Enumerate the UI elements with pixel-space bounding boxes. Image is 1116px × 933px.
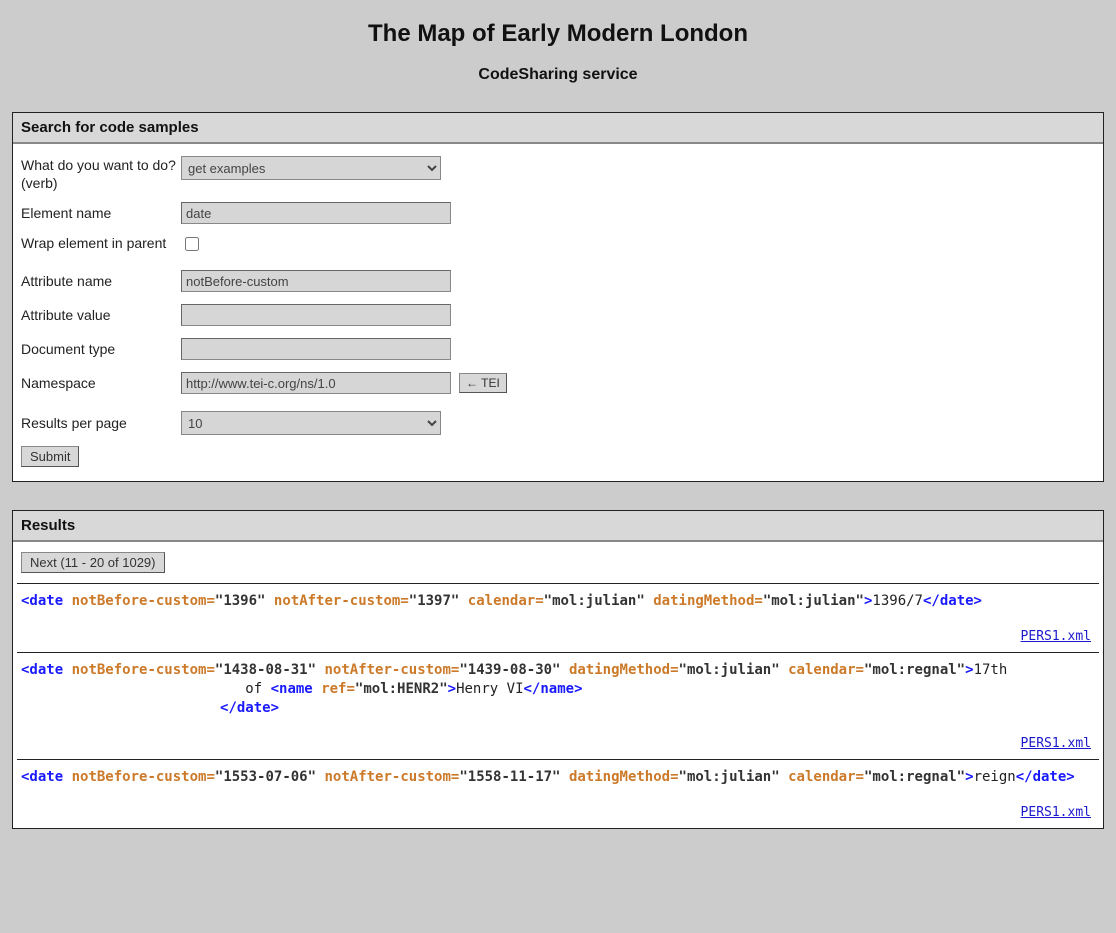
verb-select[interactable]: get examples xyxy=(181,156,441,180)
element-label: Element name xyxy=(21,204,181,222)
search-panel: Search for code samples What do you want… xyxy=(12,112,1104,482)
submit-button[interactable]: Submit xyxy=(21,446,79,467)
result-item: <date notBefore-custom="1396" notAfter-c… xyxy=(17,583,1099,652)
result-item: <date notBefore-custom="1553-07-06" notA… xyxy=(17,759,1099,828)
per-page-select[interactable]: 10 xyxy=(181,411,441,435)
doc-type-label: Document type xyxy=(21,340,181,358)
page-subtitle: CodeSharing service xyxy=(12,66,1104,84)
namespace-input[interactable] xyxy=(181,372,451,394)
code-sample: <date notBefore-custom="1553-07-06" notA… xyxy=(21,768,1095,787)
element-input[interactable] xyxy=(181,202,451,224)
source-file-link[interactable]: PERS1.xml xyxy=(21,787,1095,824)
namespace-label: Namespace xyxy=(21,374,181,392)
verb-label: What do you want to do? (verb) xyxy=(21,156,181,192)
source-file-link[interactable]: PERS1.xml xyxy=(21,611,1095,648)
attr-name-label: Attribute name xyxy=(21,272,181,290)
attr-value-input[interactable] xyxy=(181,304,451,326)
wrap-label: Wrap element in parent xyxy=(21,234,181,252)
results-list: <date notBefore-custom="1396" notAfter-c… xyxy=(17,583,1099,827)
code-sample: <date notBefore-custom="1438-08-31" notA… xyxy=(21,661,1095,718)
attr-name-input[interactable] xyxy=(181,270,451,292)
source-file-link[interactable]: PERS1.xml xyxy=(21,718,1095,755)
wrap-checkbox[interactable] xyxy=(185,237,199,251)
tei-button[interactable]: ← TEI xyxy=(459,373,507,393)
results-panel: Results Next (11 - 20 of 1029) <date not… xyxy=(12,510,1104,828)
page-title: The Map of Early Modern London xyxy=(12,20,1104,48)
per-page-label: Results per page xyxy=(21,414,181,432)
attr-value-label: Attribute value xyxy=(21,306,181,324)
doc-type-input[interactable] xyxy=(181,338,451,360)
search-panel-heading: Search for code samples xyxy=(13,113,1103,144)
results-panel-heading: Results xyxy=(13,511,1103,542)
code-sample: <date notBefore-custom="1396" notAfter-c… xyxy=(21,592,1095,611)
next-button[interactable]: Next (11 - 20 of 1029) xyxy=(21,552,165,573)
result-item: <date notBefore-custom="1438-08-31" notA… xyxy=(17,652,1099,759)
